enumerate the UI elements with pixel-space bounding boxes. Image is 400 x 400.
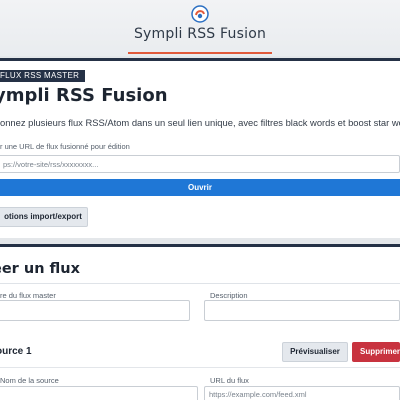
- description-label: Description: [210, 291, 248, 300]
- description-input[interactable]: [204, 300, 400, 321]
- page-heading: ympli RSS Fusion: [0, 85, 168, 106]
- master-name-label: re du flux master: [0, 291, 56, 300]
- feed-url-input[interactable]: [204, 386, 400, 400]
- source-title: ource 1: [0, 346, 32, 357]
- source-name-input[interactable]: [0, 386, 198, 400]
- source-divider: [0, 367, 400, 368]
- app-title: Sympli RSS Fusion: [133, 26, 267, 42]
- source-name-label: Nom de la source: [0, 376, 59, 385]
- sympli-logo-icon[interactable]: [191, 5, 209, 23]
- edit-url-label: r une URL de flux fusionné pour édition: [0, 142, 130, 151]
- intro-description: onnez plusieurs flux RSS/Atom dans un se…: [0, 117, 400, 128]
- create-flux-title: éer un flux: [0, 261, 80, 277]
- feed-url-label: URL du flux: [210, 376, 249, 385]
- title-accent-line: [128, 52, 272, 54]
- section-divider: [0, 283, 400, 284]
- create-flux-card: éer un flux re du flux master Descriptio…: [0, 244, 400, 400]
- preview-button[interactable]: Prévisualiser: [282, 342, 348, 362]
- open-button[interactable]: Ouvrir: [0, 179, 400, 196]
- intro-card: FLUX RSS MASTER ympli RSS Fusion onnez p…: [0, 58, 400, 238]
- delete-source-button[interactable]: Supprimer: [352, 342, 400, 362]
- import-export-options-button[interactable]: otions import/export: [0, 207, 88, 227]
- edit-url-input[interactable]: [0, 155, 400, 173]
- app-header: Sympli RSS Fusion: [0, 0, 400, 56]
- master-name-input[interactable]: [0, 300, 190, 321]
- flux-master-badge: FLUX RSS MASTER: [0, 70, 86, 82]
